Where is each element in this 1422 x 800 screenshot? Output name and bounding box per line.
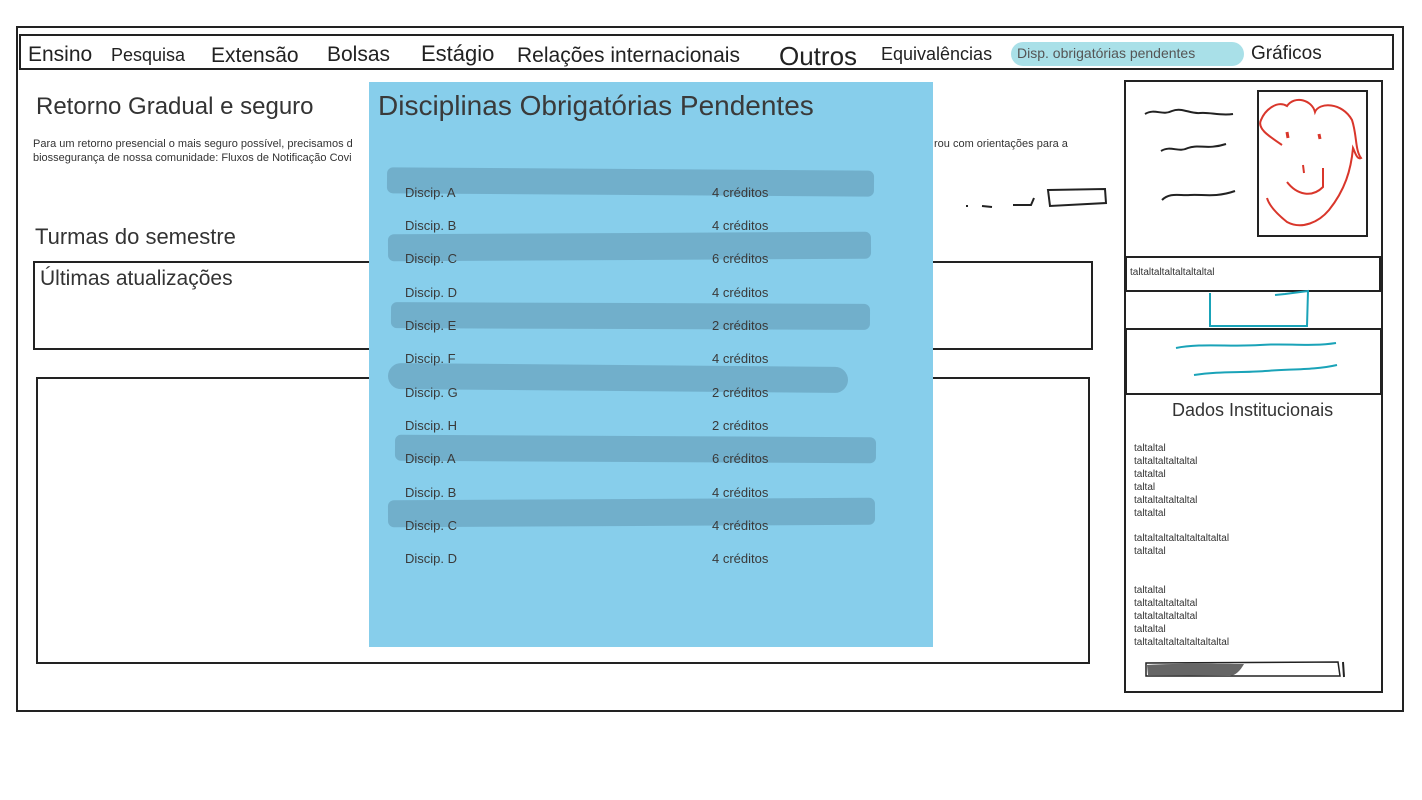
disciplina-credits: 4 créditos xyxy=(712,285,769,300)
nav-bolsas[interactable]: Bolsas xyxy=(327,43,390,67)
disciplina-row[interactable]: Discip. F 4 créditos xyxy=(405,351,805,369)
disciplina-name: Discip. D xyxy=(405,551,458,566)
disciplina-credits: 6 créditos xyxy=(712,451,769,466)
dados-line: taltaltaltaltaltaltaltaltal xyxy=(1134,637,1230,648)
disciplina-row[interactable]: Discip. B 4 créditos xyxy=(405,218,805,236)
profile-info-scribble xyxy=(1144,108,1236,201)
dados-line: taltaltaltaltaltal xyxy=(1134,611,1198,622)
progress-bar-sketch xyxy=(1145,661,1345,678)
dados-institucionais-title: Dados Institucionais xyxy=(1172,400,1334,420)
dados-line: taltaltaltaltaltal xyxy=(1134,495,1198,506)
disciplina-name: Discip. G xyxy=(405,385,458,400)
disciplina-credits: 4 créditos xyxy=(712,518,769,533)
disciplina-credits: 4 créditos xyxy=(712,185,769,200)
dados-line: taltaltal xyxy=(1134,469,1166,480)
nav-estagio[interactable]: Estágio xyxy=(421,41,494,67)
disciplina-credits: 4 créditos xyxy=(712,218,769,233)
disciplinas-panel-title: Disciplinas Obrigatórias Pendentes xyxy=(378,90,814,121)
nav-outros[interactable]: Outros xyxy=(779,41,857,72)
cyan-button-sketch[interactable] xyxy=(1205,288,1315,330)
disciplina-name: Discip. E xyxy=(405,318,457,333)
disciplina-row[interactable]: Discip. C 6 créditos xyxy=(405,251,805,269)
dados-line: taltaltaltaltaltal xyxy=(1134,598,1198,609)
retorno-text-line2: biossegurança de nossa comunidade: Fluxo… xyxy=(33,152,352,164)
disciplina-credits: 4 créditos xyxy=(712,485,769,500)
dados-line: taltaltal xyxy=(1134,585,1166,596)
ultimas-title: Últimas atualizações xyxy=(40,267,233,290)
disciplina-row[interactable]: Discip. D 4 créditos xyxy=(405,551,805,569)
disciplina-name: Discip. C xyxy=(405,518,458,533)
disciplina-name: Discip. H xyxy=(405,418,458,433)
disciplina-name: Discip. A xyxy=(405,185,456,200)
nav-pesquisa[interactable]: Pesquisa xyxy=(111,45,185,66)
disciplina-credits: 4 créditos xyxy=(712,551,769,566)
disciplina-row[interactable]: Discip. A 4 créditos xyxy=(405,185,805,203)
scribble-input-sketch xyxy=(966,187,1108,208)
profile-name: taltaltaltaltaltaltaltal xyxy=(1130,267,1215,278)
disciplina-row[interactable]: Discip. D 4 créditos xyxy=(405,285,805,303)
disciplina-row[interactable]: Discip. A 6 créditos xyxy=(405,451,805,469)
nav-extensao[interactable]: Extensão xyxy=(211,44,299,68)
disciplina-row[interactable]: Discip. G 2 créditos xyxy=(405,385,805,403)
disciplina-row[interactable]: Discip. B 4 créditos xyxy=(405,485,805,503)
dados-line: taltaltal xyxy=(1134,508,1166,519)
disciplina-credits: 6 créditos xyxy=(712,251,769,266)
nav-relacoes-internacionais[interactable]: Relações internacionais xyxy=(517,44,740,68)
disciplina-row[interactable]: Discip. H 2 créditos xyxy=(405,418,805,436)
retorno-text-line1: Para um retorno presencial o mais seguro… xyxy=(33,138,353,150)
disciplina-credits: 4 créditos xyxy=(712,351,769,366)
disciplina-name: Discip. A xyxy=(405,451,456,466)
nav-ensino[interactable]: Ensino xyxy=(28,43,92,67)
dados-line: taltaltal xyxy=(1134,546,1166,557)
dados-line: taltaltaltaltaltaltaltaltal xyxy=(1134,533,1230,544)
disciplina-name: Discip. B xyxy=(405,218,457,233)
disciplina-row[interactable]: Discip. E 2 créditos xyxy=(405,318,805,336)
retorno-title: Retorno Gradual e seguro xyxy=(36,93,314,120)
nav-disp-obrigatorias-pendentes[interactable]: Disp. obrigatórias pendentes xyxy=(1017,45,1195,61)
nav-equivalencias[interactable]: Equivalências xyxy=(881,44,992,65)
dados-line: taltaltaltaltaltal xyxy=(1134,456,1198,467)
disciplina-credits: 2 créditos xyxy=(712,385,769,400)
disciplina-credits: 2 créditos xyxy=(712,318,769,333)
dados-line: taltal xyxy=(1134,482,1156,493)
disciplina-name: Discip. B xyxy=(405,485,457,500)
face-icon xyxy=(1259,98,1363,227)
disciplina-name: Discip. F xyxy=(405,351,456,366)
cyan-text-scribble xyxy=(1175,342,1338,376)
disciplina-name: Discip. D xyxy=(405,285,458,300)
disciplina-name: Discip. C xyxy=(405,251,458,266)
retorno-text-line1-end: rou com orientações para a xyxy=(934,138,1068,150)
dados-line: taltaltal xyxy=(1134,443,1166,454)
disciplina-row[interactable]: Discip. C 4 créditos xyxy=(405,518,805,536)
dados-line: taltaltal xyxy=(1134,624,1166,635)
disciplina-credits: 2 créditos xyxy=(712,418,769,433)
turmas-title: Turmas do semestre xyxy=(35,224,236,249)
nav-graficos[interactable]: Gráficos xyxy=(1251,43,1322,65)
